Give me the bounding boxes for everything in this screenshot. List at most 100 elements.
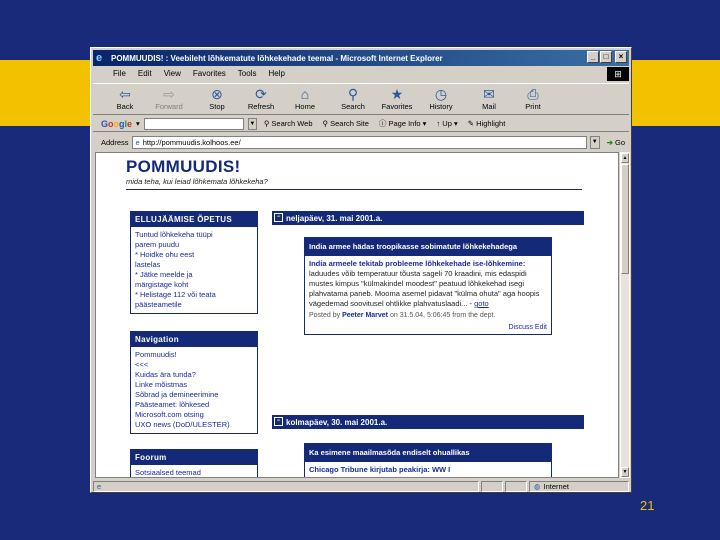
sidebar-link[interactable]: <<<	[135, 360, 253, 370]
survival-box: ELLUJÄÄMISE ÕPETUS Tuntud lõhkekeha tüüp…	[130, 211, 258, 314]
menu-favorites[interactable]: Favorites	[187, 67, 232, 81]
vertical-scrollbar[interactable]: ▲ ▼	[620, 152, 630, 478]
go-button[interactable]: ➔ Go	[603, 138, 629, 147]
collapse-icon[interactable]: −	[274, 417, 283, 426]
print-icon: ⎙	[527, 86, 539, 102]
page-info-button[interactable]: ⓘ Page Info ▾	[376, 118, 430, 129]
minimize-button[interactable]: _	[587, 51, 599, 63]
sidebar-link[interactable]: parem puudu	[135, 240, 253, 250]
title-bar[interactable]: e POMMUUDIS! : Veebileht lõhkematute lõh…	[93, 50, 629, 66]
google-toolbar: Google ▾ ▼ ⚲ Search Web ⚲ Search Site ⓘ …	[93, 116, 629, 132]
sidebar-link[interactable]: UXO news (DoD/ULESTER)	[135, 420, 253, 430]
search-icon: ⚲	[347, 86, 359, 102]
menu-help[interactable]: Help	[262, 67, 290, 81]
article-1-footer[interactable]: Discuss Edit	[305, 324, 551, 334]
sidebar-link[interactable]: Päästeamet: lõhkesed	[135, 400, 253, 410]
page-content: POMMUUDIS! mida teha, kui leiad lõhkemat…	[95, 152, 619, 478]
search-site-button[interactable]: ⚲ Search Site	[320, 119, 372, 128]
scroll-down-arrow[interactable]: ▼	[621, 467, 629, 477]
up-button[interactable]: ↑ Up ▾	[433, 119, 460, 128]
google-logo: Google	[101, 118, 133, 129]
mail-button[interactable]: ✉ Mail	[467, 84, 511, 114]
article-1-goto-link[interactable]: goto	[474, 299, 489, 308]
sidebar-link[interactable]: märgistage koht	[135, 280, 253, 290]
favorites-icon: ★	[390, 86, 404, 102]
search-site-label: Search Site	[330, 119, 369, 128]
sidebar-link[interactable]: * Helistage 112 või teata	[135, 290, 253, 300]
sidebar-link[interactable]: Sotsiaalsed teemad	[135, 468, 253, 477]
article-1-headline[interactable]: India armee hädas troopikasse sobimatute…	[305, 238, 551, 256]
sidebar-link[interactable]: Pommuudis!	[135, 350, 253, 360]
sidebar-link[interactable]: Sõbrad ja demineerimine	[135, 390, 253, 400]
navigation-box: Navigation Pommuudis! <<< Kuidas ära tunda…	[130, 331, 258, 434]
forward-arrow-icon: ⇨	[163, 86, 175, 102]
menu-tools[interactable]: Tools	[232, 67, 263, 81]
favorites-label: Favorites	[381, 102, 413, 111]
post-date-2: kolmapäev, 30. mai 2001.a.	[286, 417, 388, 427]
forum-heading: Foorum	[131, 450, 257, 465]
sidebar-link[interactable]: Microsoft.com otsing	[135, 410, 253, 420]
sidebar-link[interactable]: * Jätke meelde ja	[135, 270, 253, 280]
address-input[interactable]: e http://pommuudis.kolhoos.ee/	[131, 135, 587, 149]
collapse-icon[interactable]: −	[274, 213, 283, 222]
sidebar-link[interactable]: * Hoidke ohu eest	[135, 250, 253, 260]
article-2-headline[interactable]: Ka esimene maailmasõda endiselt ohuallik…	[305, 444, 551, 462]
security-zone: ◍ Internet	[529, 480, 629, 492]
refresh-icon: ⟳	[255, 86, 267, 102]
sidebar-link[interactable]: Kuidas ära tunda?	[135, 370, 253, 380]
search-web-button[interactable]: ⚲ Search Web	[261, 119, 316, 128]
favorites-button[interactable]: ★ Favorites	[375, 84, 419, 114]
menu-file[interactable]: File	[107, 67, 132, 81]
menu-view[interactable]: View	[158, 67, 187, 81]
stop-label: Stop	[209, 102, 225, 111]
sidebar-link[interactable]: lastelas	[135, 260, 253, 270]
close-button[interactable]: ×	[615, 51, 627, 63]
go-label: Go	[614, 137, 625, 147]
home-button[interactable]: ⌂ Home	[283, 84, 327, 114]
stop-button[interactable]: ⊗ Stop	[195, 84, 239, 114]
menu-edit[interactable]: Edit	[132, 67, 158, 81]
history-button[interactable]: ◷ History	[419, 84, 463, 114]
sidebar-link[interactable]: Tuntud lõhkekeha tüüpi	[135, 230, 253, 240]
print-label: Print	[525, 102, 541, 111]
windows-logo-icon: ⊞	[607, 67, 629, 81]
sidebar-link[interactable]: Linke mõistmas	[135, 380, 253, 390]
date-bar-2: − kolmapäev, 30. mai 2001.a.	[272, 415, 584, 429]
meta-suffix: on 31.5.04, 5:06:45 from the dept.	[389, 312, 496, 319]
forward-button[interactable]: ⇨ Forward	[147, 84, 191, 114]
scroll-up-arrow[interactable]: ▲	[621, 153, 629, 163]
forum-list: Sotsiaalsed teemad	[131, 465, 257, 477]
navigation-list: Pommuudis! <<< Kuidas ära tunda? Linke mõis…	[131, 347, 257, 433]
status-text: e	[93, 480, 479, 492]
sidebar-link[interactable]: päästeametile	[135, 300, 253, 310]
status-cell	[481, 480, 503, 492]
address-url: http://pommuudis.kolhoos.ee/	[142, 137, 241, 147]
google-search-dropdown[interactable]: ▼	[247, 117, 257, 130]
article-1-author[interactable]: Peeter Marvet	[342, 312, 388, 319]
google-search-input[interactable]	[143, 117, 244, 130]
refresh-button[interactable]: ⟳ Refresh	[239, 84, 283, 114]
title-divider	[126, 189, 582, 190]
maximize-button[interactable]: □	[600, 51, 612, 63]
page-info-label: Page Info	[388, 119, 421, 128]
page-icon: e	[135, 137, 140, 147]
article-2-body: Chicago Tribune kirjutab peakirja: WW I	[305, 462, 551, 477]
back-button[interactable]: ⇦ Back	[103, 84, 147, 114]
go-arrow-icon: ➔	[606, 137, 613, 147]
scroll-thumb[interactable]	[621, 164, 629, 274]
mail-icon: ✉	[483, 86, 495, 102]
back-arrow-icon: ⇦	[119, 86, 131, 102]
google-menu-icon[interactable]: ▾	[136, 119, 140, 128]
article-2: Ka esimene maailmasõda endiselt ohuallik…	[304, 443, 552, 477]
slide-number: 21	[640, 498, 655, 513]
search-button[interactable]: ⚲ Search	[331, 84, 375, 114]
article-1-text: laduudes võib temperatuur tõusta sageli …	[309, 269, 540, 308]
status-page-icon: e	[97, 481, 102, 491]
print-button[interactable]: ⎙ Print	[511, 84, 555, 114]
highlight-label: Highlight	[476, 119, 506, 128]
article-1-lead: India armeele tekitab probleeme lõhkekeh…	[309, 259, 526, 268]
address-dropdown[interactable]: ▼	[589, 135, 600, 149]
address-label: Address	[101, 137, 129, 147]
highlight-button[interactable]: ✎ Highlight	[465, 119, 509, 128]
search-web-label: Search Web	[271, 119, 313, 128]
